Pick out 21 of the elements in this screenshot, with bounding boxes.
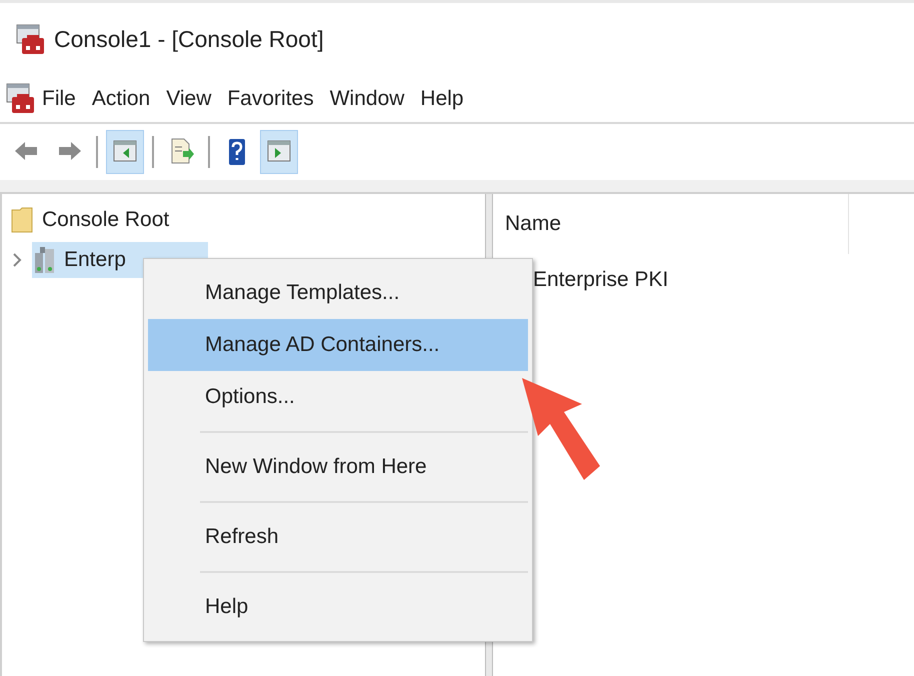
menu-item[interactable]: Window xyxy=(324,83,410,115)
console-icon xyxy=(6,83,36,115)
menu-item[interactable]: Help xyxy=(414,83,470,115)
window-title: Console1 - [Console Root] xyxy=(54,25,324,54)
menu-item[interactable]: Action xyxy=(86,83,156,115)
menu-option[interactable]: Options... xyxy=(148,371,528,423)
tree-label: Console Root xyxy=(42,207,170,234)
menu-item[interactable]: File xyxy=(36,83,82,115)
menu-option[interactable]: Help xyxy=(148,581,528,633)
menu-option[interactable]: Refresh xyxy=(148,511,528,563)
toolbar-button[interactable] xyxy=(260,130,298,174)
menu-item[interactable]: View xyxy=(160,83,218,115)
menu-item[interactable]: Favorites xyxy=(221,83,320,115)
chevron-right-icon[interactable] xyxy=(12,252,22,268)
console-icon xyxy=(16,24,46,56)
tree-label: Enterp xyxy=(64,247,126,274)
tree-item[interactable]: Console Root xyxy=(10,202,174,238)
menu-option[interactable]: New Window from Here xyxy=(148,441,528,493)
column-header[interactable]: Name xyxy=(493,194,849,254)
menu-option[interactable]: Manage AD Containers... xyxy=(148,319,528,371)
toolbar-button[interactable] xyxy=(106,130,144,174)
